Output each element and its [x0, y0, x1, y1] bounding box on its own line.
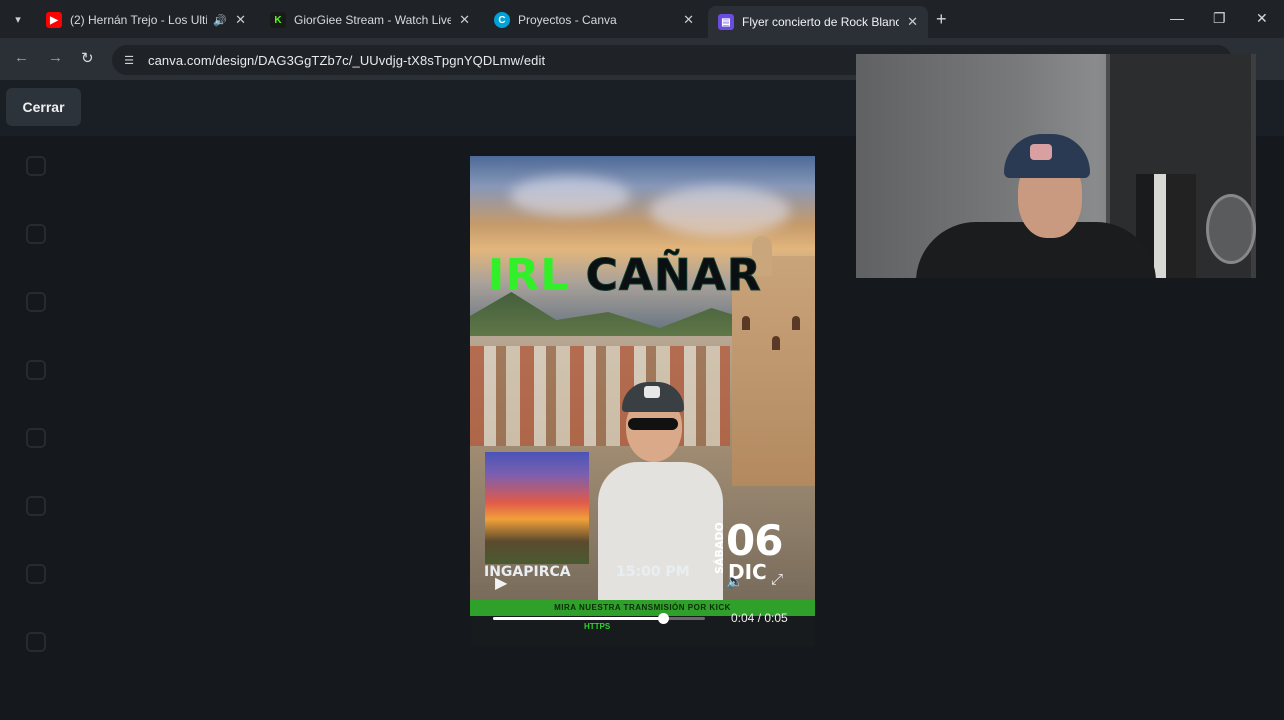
- sidebar-item-1: [10, 156, 62, 180]
- window-close-icon[interactable]: ✕: [1256, 10, 1268, 27]
- sidebar-item-8: [10, 632, 62, 656]
- sidebar-apps-icon: [26, 632, 46, 652]
- sidebar-item-7: [10, 564, 62, 588]
- video-progress-handle[interactable]: [657, 613, 669, 624]
- canva-doc-icon: ▤: [718, 14, 734, 30]
- ingapirca-photo: [485, 452, 589, 564]
- canva-sidebar: [0, 136, 72, 696]
- sidebar-design-icon: [26, 156, 46, 176]
- sidebar-item-3: [10, 292, 62, 316]
- volume-icon[interactable]: 🔈: [726, 573, 743, 590]
- webcam-fan: [1206, 194, 1256, 264]
- flyer-canvas: IRL CAÑAR INGAPIRCA 15:00 PM SÁBADO 06 D…: [470, 156, 815, 646]
- tab-kick[interactable]: K GiorGiee Stream - Watch Live o ✕: [260, 6, 480, 34]
- flyer-time: 15:00 PM: [616, 564, 690, 580]
- tab-title: Proyectos - Canva: [518, 13, 617, 27]
- video-progress-fill: [493, 617, 663, 620]
- tab-close-icon[interactable]: ✕: [907, 14, 918, 30]
- church-window: [792, 316, 800, 330]
- url-text: canva.com/design/DAG3GgTZb7c/_UUvdjg-tX8…: [148, 52, 546, 68]
- video-time: 0:04 / 0:05: [731, 611, 788, 625]
- flyer-title-city: CAÑAR: [585, 250, 762, 302]
- tab-title: GiorGiee Stream - Watch Live o: [294, 13, 452, 27]
- sidebar-item-4: [10, 360, 62, 384]
- tab-title: Flyer concierto de Rock Blanco: [742, 15, 900, 29]
- tab-canva-projects[interactable]: C Proyectos - Canva ✕: [484, 6, 704, 34]
- flyer-date-day: 06: [726, 516, 783, 565]
- sidebar-draw-icon: [26, 496, 46, 516]
- site-settings-icon[interactable]: ☰: [122, 53, 136, 67]
- video-progress-slider[interactable]: [493, 613, 705, 624]
- close-preview-button[interactable]: Cerrar: [6, 88, 81, 126]
- person-sunglasses: [628, 418, 678, 430]
- sidebar-brand-icon: [26, 360, 46, 380]
- audio-playing-icon[interactable]: 🔊: [213, 14, 227, 27]
- flyer-link: HTTPS: [584, 622, 611, 631]
- church-window: [772, 336, 780, 350]
- youtube-icon: ▶: [46, 12, 62, 28]
- tab-close-icon[interactable]: ✕: [235, 12, 246, 28]
- webcam-overlay: [856, 54, 1256, 278]
- minimize-icon[interactable]: —: [1170, 10, 1184, 26]
- sidebar-projects-icon: [26, 564, 46, 584]
- tab-canva-flyer[interactable]: ▤ Flyer concierto de Rock Blanco ✕: [708, 6, 928, 38]
- tab-search-chevron-icon[interactable]: ▾: [6, 7, 30, 31]
- sidebar-uploads-icon: [26, 428, 46, 448]
- restore-icon[interactable]: ❐: [1213, 10, 1226, 27]
- back-arrow-icon[interactable]: ←: [14, 49, 29, 66]
- flyer-date-weekday: SÁBADO: [713, 522, 726, 574]
- sidebar-elements-icon: [26, 224, 46, 244]
- play-icon[interactable]: ▶: [495, 573, 507, 593]
- tab-close-icon[interactable]: ✕: [683, 12, 694, 28]
- sidebar-item-2: [10, 224, 62, 248]
- streamer-cap-logo: [1030, 144, 1052, 160]
- tab-youtube[interactable]: ▶ (2) Hernán Trejo - Los Ultim 🔊 ✕: [36, 6, 256, 34]
- cloud: [510, 176, 630, 216]
- new-tab-plus-icon[interactable]: +: [936, 9, 947, 30]
- reload-icon[interactable]: ↻: [81, 49, 94, 67]
- church-window: [742, 316, 750, 330]
- kick-icon: K: [270, 12, 286, 28]
- cap-logo: [644, 386, 660, 398]
- fullscreen-icon[interactable]: ⤢: [771, 571, 783, 588]
- cloud: [650, 186, 790, 236]
- forward-arrow-icon[interactable]: →: [48, 49, 63, 66]
- sidebar-item-5: [10, 428, 62, 452]
- sidebar-text-icon: [26, 292, 46, 312]
- canva-icon: C: [494, 12, 510, 28]
- tab-title: (2) Hernán Trejo - Los Ultim: [70, 13, 208, 27]
- sidebar-item-6: [10, 496, 62, 520]
- tab-close-icon[interactable]: ✕: [459, 12, 470, 28]
- flyer-title-irl: IRL: [488, 250, 570, 301]
- flyer-title: IRL CAÑAR: [488, 250, 808, 302]
